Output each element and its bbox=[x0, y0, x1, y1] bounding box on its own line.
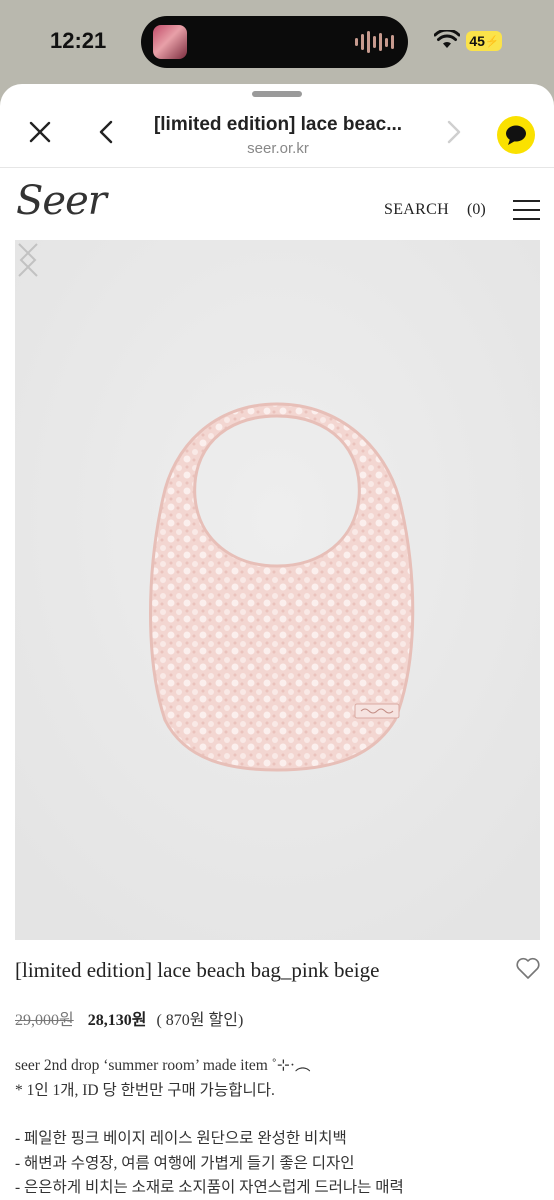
site-header: Seer SEARCH (0) bbox=[0, 168, 554, 238]
forward-button[interactable] bbox=[436, 114, 472, 150]
browser-toolbar: [limited edition] lace beac... seer.or.k… bbox=[0, 100, 554, 168]
description-line: * 1인 1개, ID 당 한번만 구매 가능합니다. bbox=[15, 1081, 275, 1099]
battery-indicator: 45 ⚡ bbox=[466, 31, 502, 51]
battery-level: 45 bbox=[469, 33, 485, 49]
description-line: - 해변과 수영장, 여름 여행에 가볍게 들기 좋은 디자인 bbox=[15, 1154, 355, 1172]
price-row: 29,000원 28,130원 ( 870원 할인) bbox=[15, 1006, 243, 1030]
back-button[interactable] bbox=[88, 114, 124, 150]
audio-waveform-icon bbox=[355, 31, 394, 53]
discount-amount: ( 870원 할인) bbox=[156, 1012, 244, 1029]
description-line: - 은은하게 비치는 소재로 소지품이 자연스럽게 드러나는 매력 bbox=[15, 1179, 404, 1196]
search-link[interactable]: SEARCH bbox=[384, 201, 449, 219]
menu-icon[interactable] bbox=[513, 200, 540, 220]
next-image-icon[interactable] bbox=[15, 240, 41, 280]
description-line: seer 2nd drop ‘summer room’ made item ˚⊹… bbox=[15, 1057, 311, 1074]
sale-price: 28,130원 bbox=[87, 1012, 147, 1029]
dynamic-island[interactable] bbox=[141, 16, 408, 68]
description-line: - 페일한 핑크 베이지 레이스 원단으로 완성한 비치백 bbox=[15, 1130, 347, 1147]
status-time: 12:21 bbox=[50, 28, 107, 53]
page-url: seer.or.kr bbox=[247, 140, 309, 157]
cart-count-link[interactable]: (0) bbox=[467, 201, 486, 219]
charging-icon: ⚡ bbox=[484, 35, 499, 48]
product-image[interactable] bbox=[15, 240, 540, 940]
close-icon bbox=[29, 121, 51, 143]
product-name: [limited edition] lace beach bag_pink be… bbox=[15, 958, 380, 982]
now-playing-artwork bbox=[153, 25, 187, 59]
heart-icon[interactable] bbox=[515, 956, 541, 980]
page-title: [limited edition] lace beac... bbox=[153, 114, 403, 135]
lace-bag-photo bbox=[15, 240, 540, 940]
status-bar: 12:21 45 ⚡ bbox=[0, 0, 554, 84]
chevron-right-icon bbox=[447, 120, 461, 144]
product-description: seer 2nd drop ‘summer room’ made item ˚⊹… bbox=[15, 1054, 540, 1200]
sheet-grabber[interactable] bbox=[252, 91, 302, 97]
chat-bubble-icon bbox=[506, 125, 526, 145]
original-price: 29,000원 bbox=[15, 1012, 74, 1029]
chevron-left-icon bbox=[99, 120, 113, 144]
site-logo[interactable]: Seer bbox=[16, 178, 107, 224]
browser-sheet: [limited edition] lace beac... seer.or.k… bbox=[0, 84, 554, 1200]
kakao-chat-button[interactable] bbox=[497, 116, 535, 154]
wifi-icon bbox=[434, 30, 460, 48]
close-button[interactable] bbox=[22, 114, 58, 150]
